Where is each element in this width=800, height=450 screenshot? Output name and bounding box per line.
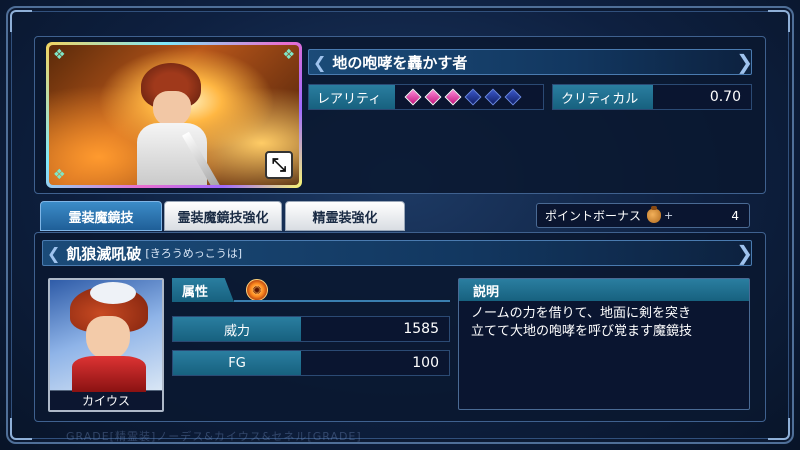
description-text: ノームの力を借りて、地面に剣を突き 立てて大地の咆哮を呼び覚ます魔鏡技 — [459, 301, 749, 345]
fg-value: 100 — [301, 351, 449, 375]
frame-corner — [768, 10, 790, 32]
character-name: カイウス — [50, 390, 162, 410]
critical-label: クリティカル — [553, 85, 653, 109]
power-row: 威力 1585 — [172, 316, 450, 342]
attribute-divider — [234, 300, 450, 302]
description-header: 説明 — [459, 279, 749, 301]
card-character-face — [153, 91, 191, 127]
power-label: 威力 — [173, 317, 301, 341]
attribute-row: 属性 ✺ — [172, 278, 450, 302]
chevron-left-icon: ❮ — [313, 52, 327, 72]
fg-label: FG — [173, 351, 301, 375]
portrait-body — [72, 356, 146, 392]
bag-icon — [647, 205, 662, 223]
portrait-face — [86, 316, 130, 360]
chevron-right-icon: ❯ — [736, 50, 753, 74]
description-line: ノームの力を借りて、地面に剣を突き — [471, 306, 691, 321]
frame-corner — [10, 418, 32, 440]
tab-makyougi-enhance[interactable]: 霊装魔鏡技強化 — [164, 201, 282, 231]
rarity-gems — [395, 85, 543, 109]
point-bonus-value: 4 — [731, 208, 739, 223]
description-box: 説明 ノームの力を借りて、地面に剣を突き 立てて大地の咆哮を呼び覚ます魔鏡技 — [458, 278, 750, 410]
frame-corner — [10, 10, 32, 32]
avatar — [50, 280, 162, 392]
expand-icon[interactable]: ⤡ — [265, 151, 293, 179]
footer-watermark: GRADE[精霊装]ノーデス&カイウス&セネル[GRADE] — [66, 430, 362, 443]
attribute-label: 属性 — [172, 278, 234, 302]
fg-row: FG 100 — [172, 350, 450, 376]
character-portrait[interactable]: カイウス — [48, 278, 164, 412]
portrait-hair-highlight — [90, 282, 136, 304]
frame-corner — [768, 418, 790, 440]
point-bonus: ポイントボーナス + 4 — [536, 203, 750, 228]
card-artwork: ❖ ❖ ❖ ⤡ — [49, 45, 299, 185]
rarity-gem-filled-icon — [424, 88, 442, 106]
tab-reisou-makyougi[interactable]: 霊装魔鏡技 — [40, 201, 162, 231]
rarity-row: レアリティ — [308, 84, 544, 110]
card-corner-ornament-icon: ❖ — [53, 47, 66, 63]
technique-reading: [きろうめっこうは] — [145, 247, 243, 260]
rarity-gem-filled-icon — [404, 88, 422, 106]
skill-name-header: ❮ 地の咆哮を轟かす者 ❯ — [308, 49, 753, 75]
chevron-left-icon: ❮ — [47, 243, 61, 263]
technique-header: ❮ 飢狼滅吼破 [きろうめっこうは] ❯ — [42, 240, 753, 266]
rarity-gem-empty-icon — [484, 88, 502, 106]
power-value: 1585 — [301, 317, 449, 341]
tab-reisou-enhance[interactable]: 精霊装強化 — [285, 201, 405, 231]
skill-name-title: 地の咆哮を轟かす者 — [332, 53, 468, 72]
chevron-right-icon: ❯ — [736, 241, 753, 265]
card-corner-ornament-icon: ❖ — [53, 167, 66, 183]
card-corner-ornament-icon: ❖ — [282, 47, 295, 63]
technique-name: 飢狼滅吼破 — [66, 244, 142, 263]
point-bonus-label: ポイントボーナス — [545, 209, 642, 223]
rarity-gem-empty-icon — [504, 88, 522, 106]
skill-card[interactable]: ❖ ❖ ❖ ⤡ — [46, 42, 302, 188]
fire-element-icon: ✺ — [246, 279, 268, 301]
rarity-label: レアリティ — [309, 85, 395, 109]
rarity-gem-filled-icon — [444, 88, 462, 106]
rarity-gem-empty-icon — [464, 88, 482, 106]
critical-row: クリティカル 0.70 — [552, 84, 752, 110]
critical-value: 0.70 — [653, 85, 751, 109]
point-bonus-plus: + — [664, 209, 674, 222]
description-line: 立てて大地の咆哮を呼び覚ます魔鏡技 — [471, 324, 693, 339]
